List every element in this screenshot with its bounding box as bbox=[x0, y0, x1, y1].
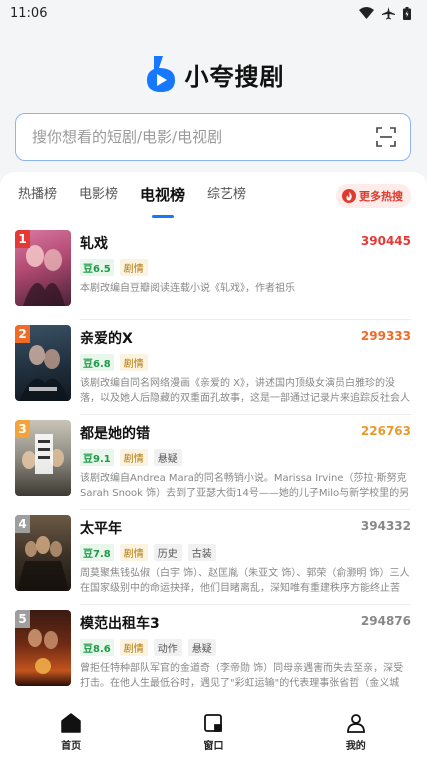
douban-score: 豆8.6 bbox=[80, 638, 114, 656]
list-item[interactable]: 1 轧戏 390445 豆6.5 剧情 本剧改编自豆瓣阅读连载小说《轧戏》，作者… bbox=[0, 224, 427, 319]
poster-image: 2 bbox=[15, 325, 71, 401]
nav-profile-label: 我的 bbox=[345, 741, 366, 752]
window-icon bbox=[204, 714, 223, 732]
drama-description: 本剧改编自豆瓣阅读连载小说《轧戏》，作者祖乐 bbox=[80, 283, 295, 294]
drama-description: 该剧改编自Andrea Mara的同名畅销小说。Marissa Irvine（莎… bbox=[80, 473, 410, 499]
heat-value: 226763 bbox=[360, 424, 411, 438]
app-logo: 小夸搜剧 bbox=[0, 52, 427, 96]
genre-tag: 动作 bbox=[153, 638, 182, 656]
battery-icon bbox=[403, 6, 411, 20]
nav-window-label: 窗口 bbox=[203, 741, 224, 752]
douban-score: 豆9.1 bbox=[80, 448, 114, 466]
status-time: 11:06 bbox=[10, 5, 48, 21]
heat-value: 294876 bbox=[360, 614, 411, 628]
drama-description: 该剧改编自同名网络漫画《亲爱的 X》，讲述国内顶级女演员白雅珍的没落，以及她人后… bbox=[80, 378, 410, 404]
rank-badge: 2 bbox=[15, 325, 30, 343]
home-icon bbox=[61, 713, 81, 733]
heat-value: 390445 bbox=[360, 234, 411, 248]
search-input[interactable] bbox=[32, 128, 376, 146]
genre-tag: 古装 bbox=[187, 543, 216, 561]
list-item[interactable]: 2 亲爱的X 299333 豆6.8 剧情 该剧改编自同名网络漫画《亲爱的 X》… bbox=[0, 319, 427, 414]
search-bar[interactable] bbox=[15, 113, 411, 161]
genre-tag: 剧情 bbox=[119, 638, 148, 656]
tab-tv[interactable]: 电视榜 bbox=[140, 172, 185, 218]
ranking-tabs: 热播榜 电影榜 电视榜 综艺榜 更多热搜 bbox=[0, 172, 427, 218]
ranking-panel: 热播榜 电影榜 电视榜 综艺榜 更多热搜 1 轧戏 390445 豆6.5 剧情 bbox=[0, 172, 427, 706]
ranking-list: 1 轧戏 390445 豆6.5 剧情 本剧改编自豆瓣阅读连载小说《轧戏》，作者… bbox=[0, 224, 427, 699]
app-name: 小夸搜剧 bbox=[184, 62, 285, 91]
nav-profile[interactable]: 我的 bbox=[316, 713, 396, 752]
genre-tag: 剧情 bbox=[119, 448, 148, 466]
list-item[interactable]: 4 太平年 394332 豆7.8 剧情 历史 古装 周莫聚焦钱弘俶（白宇 饰）… bbox=[0, 509, 427, 604]
airplane-icon bbox=[382, 6, 395, 19]
douban-score: 豆7.8 bbox=[80, 543, 114, 561]
wifi-icon bbox=[359, 7, 374, 19]
rank-badge: 3 bbox=[15, 420, 30, 438]
heat-value: 299333 bbox=[360, 329, 411, 343]
rank-badge: 4 bbox=[15, 515, 30, 533]
rank-badge: 1 bbox=[15, 230, 30, 248]
genre-tag: 悬疑 bbox=[187, 638, 216, 656]
more-hot-label: 更多热搜 bbox=[359, 190, 403, 203]
bottom-nav: 首页 窗口 我的 bbox=[0, 706, 427, 759]
fire-icon bbox=[342, 189, 356, 203]
app-logo-icon bbox=[146, 56, 175, 92]
status-bar: 11:06 bbox=[0, 0, 427, 26]
nav-home-label: 首页 bbox=[61, 741, 82, 752]
poster-image: 1 bbox=[15, 230, 71, 306]
genre-tag: 历史 bbox=[153, 543, 182, 561]
tab-movie[interactable]: 电影榜 bbox=[79, 172, 118, 218]
rank-badge: 5 bbox=[15, 610, 30, 628]
poster-image: 4 bbox=[15, 515, 71, 591]
drama-description: 曾拒任特种部队军官的金道奇（李帝勋 饰）同母亲遇害而失去至亲，深受打击。在他人生… bbox=[80, 663, 404, 689]
user-icon bbox=[346, 714, 365, 733]
heat-value: 394332 bbox=[360, 519, 411, 533]
genre-tag: 剧情 bbox=[119, 353, 148, 371]
scan-icon[interactable] bbox=[376, 127, 396, 147]
drama-description: 周莫聚焦钱弘俶（白宇 饰）、赵匡胤（朱亚文 饰）、郭荣（俞灏明 饰）三人在国家级… bbox=[80, 568, 410, 594]
tab-variety[interactable]: 综艺榜 bbox=[207, 172, 246, 218]
poster-image: 5 bbox=[15, 610, 71, 686]
list-item[interactable]: 5 模范出租车3 294876 豆8.6 剧情 动作 悬疑 曾拒任特种部队军官的… bbox=[0, 604, 427, 699]
nav-window[interactable]: 窗口 bbox=[173, 713, 253, 752]
poster-image: 3 bbox=[15, 420, 71, 496]
douban-score: 豆6.8 bbox=[80, 353, 114, 371]
genre-tag: 悬疑 bbox=[153, 448, 182, 466]
genre-tag: 剧情 bbox=[119, 543, 148, 561]
genre-tag: 剧情 bbox=[119, 258, 148, 276]
list-item[interactable]: 3 都是她的错 226763 豆9.1 剧情 悬疑 该剧改编自Andrea Ma… bbox=[0, 414, 427, 509]
nav-home[interactable]: 首页 bbox=[31, 713, 111, 752]
tab-hot[interactable]: 热播榜 bbox=[18, 172, 57, 218]
status-icons bbox=[359, 6, 411, 20]
more-hot-button[interactable]: 更多热搜 bbox=[336, 184, 411, 208]
douban-score: 豆6.5 bbox=[80, 258, 114, 276]
